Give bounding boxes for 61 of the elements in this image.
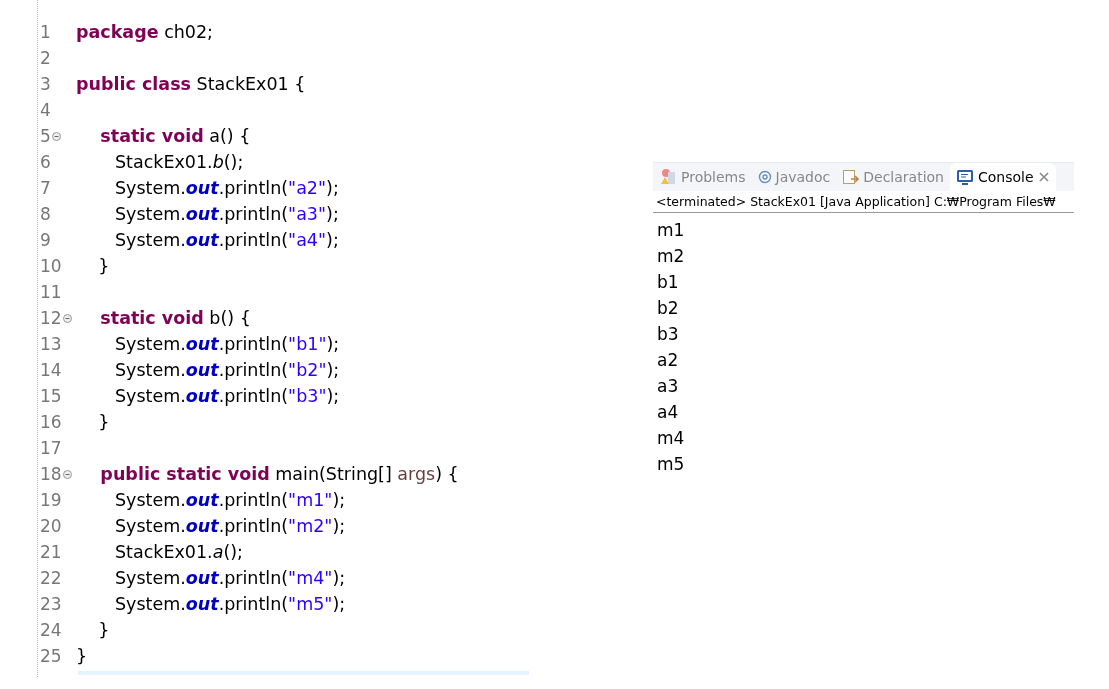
line-number: 9	[40, 230, 51, 250]
code-line: }	[97, 256, 110, 276]
code-line: System.out.println("m4");	[113, 568, 346, 588]
line-number: 22	[40, 568, 62, 588]
line-number: 23	[40, 594, 62, 614]
line-number: 25	[40, 646, 62, 666]
code-line: }	[97, 620, 110, 640]
code-line: System.out.println("m2");	[113, 516, 346, 536]
console-output-line: b3	[657, 324, 679, 344]
console-output-line: a4	[657, 402, 679, 422]
code-line: System.out.println("m1");	[113, 490, 346, 510]
code-line: System.out.println("a3");	[113, 204, 339, 224]
line-number: 20	[40, 516, 62, 536]
line-number: 10	[40, 256, 62, 276]
code-line: public class StackEx01 {	[76, 74, 306, 94]
line-number: 5	[40, 126, 51, 146]
view-tab[interactable]: Problems	[653, 163, 752, 191]
console-output-line: m5	[657, 454, 685, 474]
line-number: 11	[40, 282, 62, 302]
code-line: }	[97, 412, 110, 432]
console-output-line: b1	[657, 272, 679, 292]
line-number: 19	[40, 490, 62, 510]
line-number: 15	[40, 386, 62, 406]
line-number: 16	[40, 412, 62, 432]
line-number: 24	[40, 620, 62, 640]
line-number: 2	[40, 48, 51, 68]
console-output-line: b2	[657, 298, 679, 318]
code-line: System.out.println("b1");	[113, 334, 340, 354]
code-line: System.out.println("m5");	[113, 594, 346, 614]
code-line: StackEx01.b();	[113, 152, 244, 172]
line-number: 4	[40, 100, 51, 120]
line-number: 12	[40, 308, 62, 328]
code-line: public static void main(String[] args) {	[99, 464, 459, 484]
code-line: System.out.println("b2");	[113, 360, 340, 380]
console-output-line: m1	[657, 220, 685, 240]
view-tab[interactable]: Declaration	[836, 163, 950, 191]
console-output-line: a2	[657, 350, 679, 370]
console-output-line: m4	[657, 428, 685, 448]
code-line: System.out.println("a2");	[113, 178, 339, 198]
line-number: 18	[40, 464, 62, 484]
line-number: 8	[40, 204, 51, 224]
line-number: 7	[40, 178, 51, 198]
code-line: static void b() {	[99, 308, 251, 328]
line-number: 14	[40, 360, 62, 380]
code-line: package ch02;	[76, 22, 213, 42]
line-number: 6	[40, 152, 51, 172]
code-line: System.out.println("a4");	[113, 230, 339, 250]
console-output-line: m2	[657, 246, 685, 266]
line-number: 3	[40, 74, 51, 94]
line-number: 21	[40, 542, 62, 562]
code-line: static void a() {	[99, 126, 251, 146]
console-output-line: a3	[657, 376, 679, 396]
code-line: StackEx01.a();	[113, 542, 243, 562]
code-line: }	[76, 646, 88, 666]
view-tab[interactable]: Console	[950, 163, 1056, 191]
line-number: 17	[40, 438, 62, 458]
view-tab[interactable]: Javadoc	[751, 163, 837, 191]
line-number: 1	[40, 22, 51, 42]
console-status: <terminated> StackEx01 [Java Application] C:₩Program Files₩	[653, 191, 1074, 213]
code-line: System.out.println("b3");	[113, 386, 340, 406]
line-number: 13	[40, 334, 62, 354]
